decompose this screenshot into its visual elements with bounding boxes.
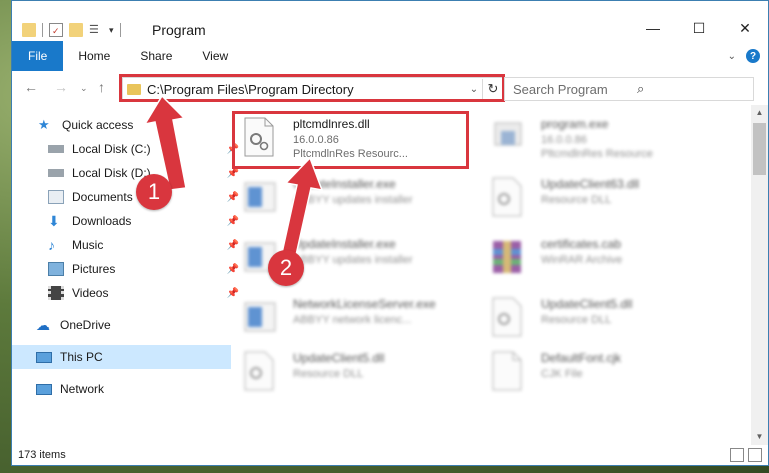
tiles-view-icon[interactable] bbox=[748, 448, 762, 462]
folder-icon[interactable] bbox=[22, 23, 36, 37]
search-icon[interactable]: ⌕ bbox=[629, 81, 753, 97]
file-tile-certificates-cab[interactable]: certificates.cab WinRAR Archive bbox=[485, 231, 725, 283]
drive-icon bbox=[48, 145, 64, 153]
sidebar-item-documents[interactable]: Documents 📌 bbox=[12, 185, 243, 209]
navigation-pane: ★ Quick access Local Disk (C:) 📌 Local D… bbox=[12, 105, 239, 445]
file-highlight bbox=[232, 111, 469, 169]
tab-file[interactable]: File bbox=[12, 41, 64, 71]
window-controls: — ☐ ✕ bbox=[630, 15, 768, 41]
file-tile-updateinstaller-exe[interactable]: UpdateInstaller.exe ABBYY updates instal… bbox=[237, 171, 477, 223]
divider bbox=[42, 23, 43, 37]
installer-icon bbox=[244, 302, 276, 332]
sidebar-item-videos[interactable]: Videos 📌 bbox=[12, 281, 243, 305]
back-arrow-icon[interactable]: ← bbox=[24, 79, 38, 95]
dll-file-icon bbox=[244, 351, 274, 391]
quick-access-toolbar: ✓ ☰ ▾ bbox=[22, 20, 121, 40]
customize-icon[interactable]: ☰ bbox=[89, 23, 103, 37]
title-bar: ✓ ☰ ▾ Program — ☐ ✕ bbox=[12, 1, 768, 41]
help-icon[interactable]: ? bbox=[746, 49, 760, 63]
music-icon: ♪ bbox=[48, 237, 55, 253]
sidebar-item-network[interactable]: Network bbox=[12, 377, 231, 401]
pc-icon bbox=[36, 351, 52, 363]
vertical-scrollbar[interactable]: ▲ ▼ bbox=[751, 105, 768, 445]
network-icon bbox=[36, 383, 52, 395]
expand-ribbon-icon[interactable]: ⌄ bbox=[728, 51, 736, 62]
videos-icon bbox=[48, 286, 64, 300]
file-tile-updateclient5-dll[interactable]: UpdateClient5.dll Resource DLL bbox=[485, 291, 725, 343]
dropdown-arrow-icon[interactable]: ▾ bbox=[109, 25, 114, 36]
tab-share[interactable]: Share bbox=[125, 41, 187, 71]
dll-file-icon bbox=[492, 177, 522, 217]
recent-locations-icon[interactable]: ⌄ bbox=[80, 83, 88, 94]
sidebar-item-local-disk-d[interactable]: Local Disk (D:) 📌 bbox=[12, 161, 243, 185]
cloud-icon: ☁ bbox=[36, 317, 50, 333]
sidebar-item-local-disk-c[interactable]: Local Disk (C:) 📌 bbox=[12, 137, 243, 161]
dll-file-icon bbox=[492, 297, 522, 337]
up-arrow-icon[interactable]: ↑ bbox=[98, 79, 105, 95]
forward-arrow-icon[interactable]: → bbox=[54, 79, 68, 95]
minimize-button[interactable]: — bbox=[630, 15, 676, 41]
search-box[interactable]: Search Program ⌕ bbox=[504, 77, 754, 101]
new-folder-icon[interactable] bbox=[69, 23, 83, 37]
file-tile-program-exe[interactable]: program.exe 16.0.0.86 PltcmdlnRes Resour… bbox=[485, 111, 725, 163]
sidebar-item-downloads[interactable]: ⬇ Downloads 📌 bbox=[12, 209, 243, 233]
divider bbox=[119, 23, 121, 37]
close-button[interactable]: ✕ bbox=[722, 15, 768, 41]
file-explorer-window: ✓ ☰ ▾ Program — ☐ ✕ File Home Share View… bbox=[11, 0, 769, 466]
sidebar-item-quick-access[interactable]: ★ Quick access bbox=[12, 113, 233, 137]
sidebar-item-onedrive[interactable]: ☁ OneDrive bbox=[12, 313, 231, 337]
status-bar: 173 items bbox=[12, 445, 768, 465]
scrollbar-thumb[interactable] bbox=[753, 123, 766, 175]
download-icon: ⬇ bbox=[48, 213, 60, 229]
maximize-button[interactable]: ☐ bbox=[676, 15, 722, 41]
pictures-icon bbox=[48, 262, 64, 276]
item-count: 173 items bbox=[18, 449, 66, 461]
star-icon: ★ bbox=[38, 117, 50, 132]
file-tile-updateclient5-dll-2[interactable]: UpdateClient5.dll Resource DLL bbox=[237, 345, 477, 397]
tab-view[interactable]: View bbox=[187, 41, 243, 71]
file-tile-networklicenseserver-exe[interactable]: NetworkLicenseServer.exe ABBYY network l… bbox=[237, 291, 477, 343]
step-2-badge: 2 bbox=[268, 250, 304, 286]
search-input[interactable]: Search Program bbox=[505, 82, 629, 97]
properties-icon[interactable]: ✓ bbox=[49, 23, 63, 37]
drive-icon bbox=[48, 169, 64, 177]
address-bar-highlight bbox=[119, 74, 505, 102]
archive-icon bbox=[493, 241, 521, 273]
details-view-icon[interactable] bbox=[730, 448, 744, 462]
tab-home[interactable]: Home bbox=[63, 41, 125, 71]
sidebar-item-music[interactable]: ♪ Music 📌 bbox=[12, 233, 243, 257]
window-title: Program bbox=[152, 22, 206, 38]
file-tile-defaultfont-cjk[interactable]: DefaultFont.cjk CJK File bbox=[485, 345, 725, 397]
step-1-badge: 1 bbox=[136, 174, 172, 210]
installer-icon bbox=[244, 182, 276, 212]
documents-icon bbox=[48, 190, 64, 204]
file-tile-updateclient63-dll[interactable]: UpdateClient63.dll Resource DLL bbox=[485, 171, 725, 223]
file-icon bbox=[492, 351, 522, 391]
sidebar-item-this-pc[interactable]: This PC bbox=[12, 345, 231, 369]
exe-file-icon bbox=[494, 122, 522, 146]
sidebar-item-pictures[interactable]: Pictures 📌 bbox=[12, 257, 243, 281]
scroll-down-icon[interactable]: ▼ bbox=[751, 429, 768, 445]
ribbon-tabs: File Home Share View ⌄ ? bbox=[12, 41, 768, 72]
scroll-up-icon[interactable]: ▲ bbox=[751, 105, 768, 121]
